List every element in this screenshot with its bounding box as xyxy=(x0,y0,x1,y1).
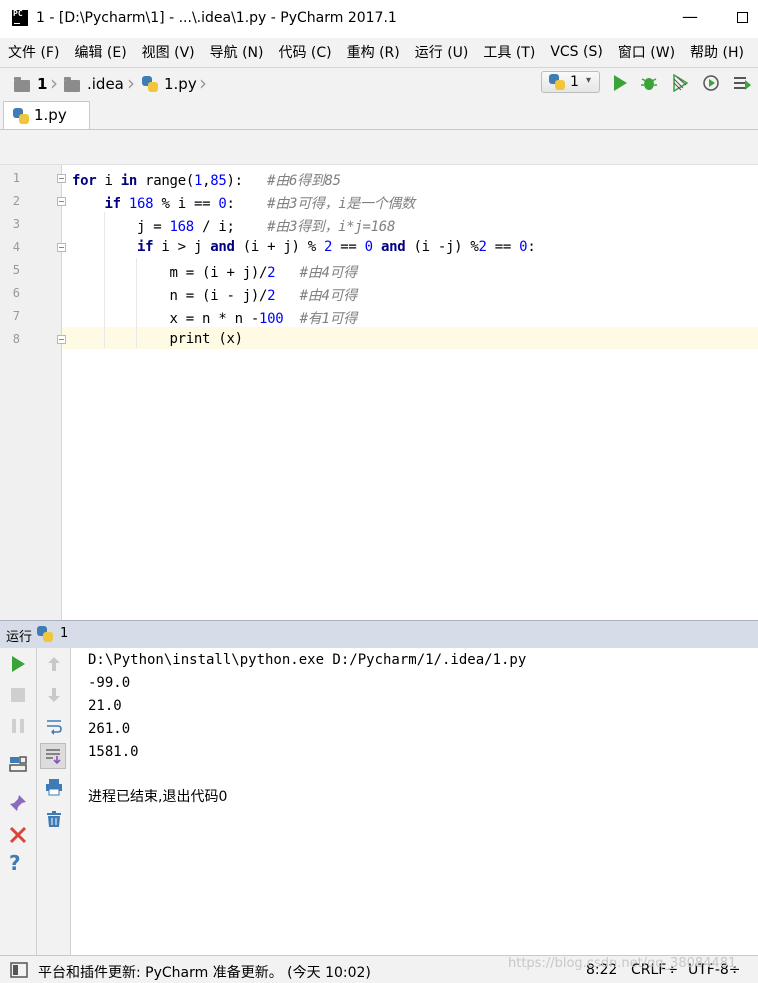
line-number: 6 xyxy=(12,286,20,300)
console-output-line: D:\Python\install\python.exe D:/Pycharm/… xyxy=(88,652,527,668)
run-icon[interactable] xyxy=(611,74,629,92)
line-number-gutter: 1 2 3 4 5 6 7 8 xyxy=(0,165,66,620)
code-line[interactable]: if 168 % i == 0: #由3可得，i是一个偶数 xyxy=(72,193,416,213)
window-title: 1 - [D:\Pycharm\1] - ...\.idea\1.py - Py… xyxy=(36,10,397,26)
tab-1py[interactable]: 1.py xyxy=(3,101,90,129)
line-number: 1 xyxy=(12,171,20,185)
menu-code[interactable]: 代码 (C) xyxy=(270,42,338,62)
crumb-file[interactable]: 1.py xyxy=(164,75,197,93)
coverage-icon[interactable] xyxy=(671,74,689,92)
menu-run[interactable]: 运行 (U) xyxy=(407,42,476,62)
chevron-right-icon: › xyxy=(199,71,207,95)
status-message[interactable]: 平台和插件更新: PyCharm 准备更新。 (今天 10:02) xyxy=(38,962,371,982)
code-line[interactable]: print (x) xyxy=(72,331,243,347)
pause-icon[interactable] xyxy=(9,717,27,735)
line-number: 2 xyxy=(12,194,20,208)
print-icon[interactable] xyxy=(45,778,63,796)
watermark: https://blog.csdn.net/qq_38084481 xyxy=(508,956,737,971)
python-file-icon xyxy=(13,108,29,124)
folder-icon xyxy=(14,77,30,92)
code-line[interactable]: n = (i - j)/2 #由4可得 xyxy=(72,285,358,305)
menu-edit[interactable]: 编辑 (E) xyxy=(66,42,133,62)
fold-marker-icon[interactable] xyxy=(57,174,66,183)
python-icon xyxy=(549,74,565,90)
menu-window[interactable]: 窗口 (W) xyxy=(610,42,682,62)
fold-marker-icon[interactable] xyxy=(57,197,66,206)
code-line[interactable]: x = n * n -100 #有1可得 xyxy=(72,308,358,328)
scroll-to-end-button[interactable] xyxy=(40,743,66,769)
menu-help[interactable]: 帮助 (H) xyxy=(682,42,751,62)
close-icon[interactable] xyxy=(9,826,27,844)
line-number: 3 xyxy=(12,217,20,231)
run-panel-label: 运行 xyxy=(6,630,33,645)
title-bar: PC 1 - [D:\Pycharm\1] - ...\.idea\1.py -… xyxy=(0,0,758,38)
arrow-up-icon[interactable] xyxy=(45,655,63,673)
pycharm-logo-icon: PC xyxy=(12,10,28,26)
console-output-line: -99.0 xyxy=(88,675,131,691)
tool-window-toggle-icon[interactable] xyxy=(10,962,28,978)
run-config-select[interactable]: 1 ▾ xyxy=(541,71,600,93)
run-config-name: 1 xyxy=(60,626,69,641)
python-file-icon xyxy=(142,76,158,92)
rerun-icon[interactable] xyxy=(9,655,27,673)
arrow-down-icon[interactable] xyxy=(45,686,63,704)
menu-vcs[interactable]: VCS (S) xyxy=(542,44,610,60)
code-line[interactable]: for i in range(1,85): #由6得到85 xyxy=(72,170,341,190)
run-config-label: 1 xyxy=(570,74,579,90)
run-tasks-icon[interactable] xyxy=(733,74,751,92)
folder-icon xyxy=(64,77,80,92)
menu-tools[interactable]: 工具 (T) xyxy=(475,42,542,62)
stop-icon[interactable] xyxy=(9,686,27,704)
python-icon xyxy=(37,626,53,642)
menu-file[interactable]: 文件 (F) xyxy=(0,42,66,62)
run-toolbar: ? xyxy=(0,648,37,955)
minimize-button[interactable]: — xyxy=(680,8,700,28)
help-icon[interactable]: ? xyxy=(9,853,27,873)
menu-refactor[interactable]: 重构 (R) xyxy=(339,42,407,62)
soft-wrap-icon[interactable] xyxy=(45,717,63,735)
run-secondary-toolbar xyxy=(37,648,71,955)
run-panel-header: 运行 1 xyxy=(0,620,758,648)
chevron-right-icon: › xyxy=(127,71,135,95)
trash-icon[interactable] xyxy=(45,810,63,828)
line-number: 8 xyxy=(12,332,20,346)
code-line[interactable]: if i > j and (i + j) % 2 == 0 and (i -j)… xyxy=(72,239,536,255)
menu-bar: 文件 (F) 编辑 (E) 视图 (V) 导航 (N) 代码 (C) 重构 (R… xyxy=(0,38,758,66)
tab-label: 1.py xyxy=(34,106,67,124)
console-output-line: 261.0 xyxy=(88,721,131,737)
profile-icon[interactable] xyxy=(702,74,720,92)
line-number: 5 xyxy=(12,263,20,277)
chevron-down-icon: ▾ xyxy=(586,75,592,86)
scroll-to-end-icon xyxy=(46,749,61,765)
maximize-button[interactable] xyxy=(737,12,748,23)
crumb-idea[interactable]: .idea xyxy=(87,75,124,93)
line-number: 4 xyxy=(12,240,20,254)
code-line[interactable]: m = (i + j)/2 #由4可得 xyxy=(72,262,358,282)
chevron-right-icon: › xyxy=(50,71,58,95)
debug-icon[interactable] xyxy=(640,74,658,92)
menu-view[interactable]: 视图 (V) xyxy=(134,42,202,62)
layout-icon[interactable] xyxy=(9,755,27,773)
editor-breadcrumb-area xyxy=(0,130,758,165)
crumb-project[interactable]: 1 xyxy=(37,75,47,93)
tab-bar xyxy=(0,100,758,130)
console-output-line: 进程已结束,退出代码0 xyxy=(88,789,228,805)
console-output-line: 21.0 xyxy=(88,698,122,714)
pin-icon[interactable] xyxy=(9,794,27,812)
line-number: 7 xyxy=(12,309,20,323)
menu-navigate[interactable]: 导航 (N) xyxy=(202,42,271,62)
fold-marker-icon[interactable] xyxy=(57,335,66,344)
console-output-line: 1581.0 xyxy=(88,744,139,760)
code-line[interactable]: j = 168 / i; #由3得到，i*j=168 xyxy=(72,216,395,236)
fold-marker-icon[interactable] xyxy=(57,243,66,252)
